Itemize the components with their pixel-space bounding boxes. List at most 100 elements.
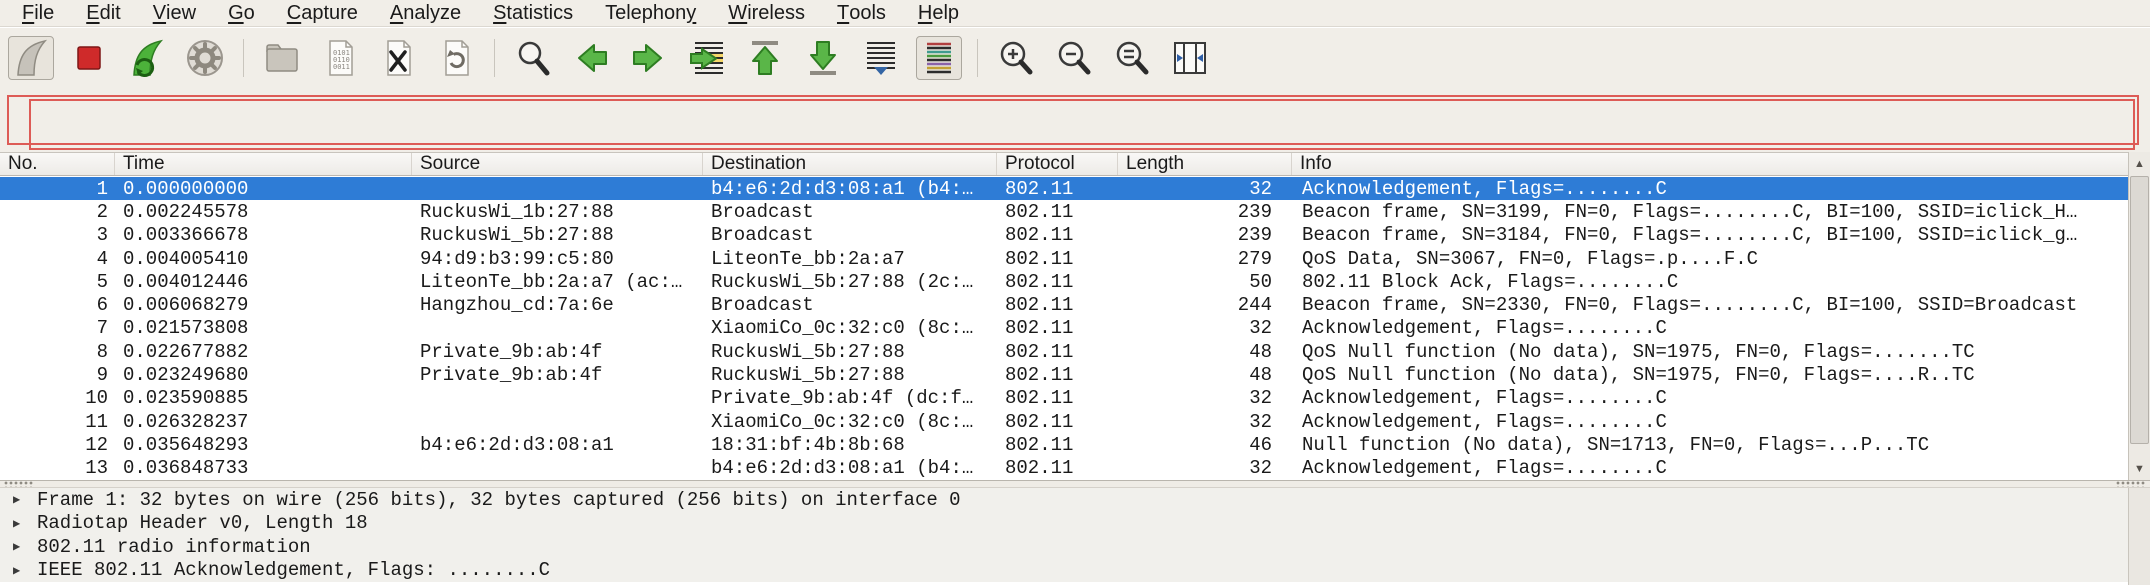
detail-row[interactable]: ▶Frame 1: 32 bytes on wire (256 bits), 3… xyxy=(0,488,2128,512)
capture-options-button[interactable] xyxy=(182,36,228,80)
go-to-packet-button[interactable] xyxy=(684,36,730,80)
cell-time: 0.022677882 xyxy=(115,341,412,363)
menu-analyze[interactable]: Analyze xyxy=(374,0,477,26)
cell-info: Acknowledgement, Flags=........C xyxy=(1292,457,2128,479)
pane-splitter[interactable] xyxy=(0,480,2150,488)
packet-row-6[interactable]: 60.006068279Hangzhou_cd:7a:6eBroadcast80… xyxy=(0,293,2128,316)
toolbar-separator xyxy=(243,39,244,77)
packet-row-9[interactable]: 90.023249680Private_9b:ab:4fRuckusWi_5b:… xyxy=(0,363,2128,386)
column-header-no[interactable]: No. xyxy=(0,153,115,175)
packet-row-13[interactable]: 130.036848733b4:e6:2d:d3:08:a1 (b4:…802.… xyxy=(0,457,2128,480)
cell-time: 0.036848733 xyxy=(115,457,412,479)
packet-row-7[interactable]: 70.021573808XiaomiCo_0c:32:c0 (8c:…802.1… xyxy=(0,317,2128,340)
scrollbar-thumb[interactable] xyxy=(2130,176,2149,444)
colorize-icon xyxy=(919,38,959,78)
cell-proto: 802.11 xyxy=(997,224,1118,246)
cell-time: 0.002245578 xyxy=(115,201,412,223)
expand-icon[interactable]: ▶ xyxy=(0,492,37,507)
packet-row-3[interactable]: 30.003366678RuckusWi_5b:27:88Broadcast80… xyxy=(0,224,2128,247)
cell-time: 0.023249680 xyxy=(115,364,412,386)
column-header-protocol[interactable]: Protocol xyxy=(997,153,1118,175)
detail-text: IEEE 802.11 Acknowledgement, Flags: ....… xyxy=(37,559,550,581)
cell-len: 32 xyxy=(1118,178,1292,200)
zoom-in-button[interactable] xyxy=(993,36,1039,80)
expand-icon[interactable]: ▶ xyxy=(0,563,37,578)
detail-text: Frame 1: 32 bytes on wire (256 bits), 32… xyxy=(37,489,961,511)
packet-row-4[interactable]: 40.00400541094:d9:b3:99:c5:80LiteonTe_bb… xyxy=(0,247,2128,270)
column-header-destination[interactable]: Destination xyxy=(703,153,997,175)
menu-statistics[interactable]: Statistics xyxy=(477,0,589,26)
packet-row-10[interactable]: 100.023590885Private_9b:ab:4f (dc:f…802.… xyxy=(0,387,2128,410)
packet-row-12[interactable]: 120.035648293b4:e6:2d:d3:08:a118:31:bf:4… xyxy=(0,433,2128,456)
menu-help[interactable]: Help xyxy=(902,0,975,26)
close-file-button[interactable] xyxy=(375,36,421,80)
scroll-up-button[interactable]: ▲ xyxy=(2129,152,2150,175)
packet-row-11[interactable]: 110.026328237XiaomiCo_0c:32:c0 (8c:…802.… xyxy=(0,410,2128,433)
toolbar-separator xyxy=(977,39,978,77)
packet-list-header: No.TimeSourceDestinationProtocolLengthIn… xyxy=(0,152,2128,176)
open-file-button[interactable] xyxy=(259,36,305,80)
cell-proto: 802.11 xyxy=(997,341,1118,363)
menu-go[interactable]: Go xyxy=(212,0,271,26)
menu-file[interactable]: File xyxy=(6,0,70,26)
resize-columns-button[interactable] xyxy=(1167,36,1213,80)
colorize-packets-button[interactable] xyxy=(916,36,962,80)
column-header-time[interactable]: Time xyxy=(115,153,412,175)
packet-row-8[interactable]: 80.022677882Private_9b:ab:4fRuckusWi_5b:… xyxy=(0,340,2128,363)
expand-icon[interactable]: ▶ xyxy=(0,539,37,554)
cell-len: 32 xyxy=(1118,411,1292,433)
packet-details-pane: ▶Frame 1: 32 bytes on wire (256 bits), 3… xyxy=(0,488,2128,585)
go-back-button[interactable] xyxy=(568,36,614,80)
reload-document-icon xyxy=(436,38,476,78)
zoom-out-button[interactable] xyxy=(1051,36,1097,80)
packet-row-2[interactable]: 20.002245578RuckusWi_1b:27:88Broadcast80… xyxy=(0,200,2128,223)
restart-capture-button[interactable] xyxy=(124,36,170,80)
packet-list-scrollbar[interactable]: ▲ ▼ xyxy=(2128,152,2150,480)
menu-telephony[interactable]: Telephony xyxy=(589,0,712,26)
cell-time: 0.026328237 xyxy=(115,411,412,433)
auto-scroll-button[interactable] xyxy=(858,36,904,80)
first-packet-button[interactable] xyxy=(742,36,788,80)
cell-no: 11 xyxy=(0,411,115,433)
stop-capture-button[interactable] xyxy=(66,36,112,80)
reload-file-button[interactable] xyxy=(433,36,479,80)
menu-wireless[interactable]: Wireless xyxy=(712,0,821,26)
start-capture-button[interactable] xyxy=(8,36,54,80)
go-forward-button[interactable] xyxy=(626,36,672,80)
find-packet-button[interactable] xyxy=(510,36,556,80)
packet-row-5[interactable]: 50.004012446LiteonTe_bb:2a:a7 (ac:…Rucku… xyxy=(0,270,2128,293)
details-scrollbar[interactable] xyxy=(2128,488,2150,585)
cell-no: 12 xyxy=(0,434,115,456)
binary-document-icon: 010101100011 xyxy=(320,38,360,78)
detail-row[interactable]: ▶802.11 radio information xyxy=(0,535,2128,559)
cell-len: 46 xyxy=(1118,434,1292,456)
menu-view[interactable]: View xyxy=(137,0,212,26)
folder-icon xyxy=(262,38,302,78)
last-packet-button[interactable] xyxy=(800,36,846,80)
resize-columns-icon xyxy=(1170,38,1210,78)
zoom-in-icon xyxy=(996,38,1036,78)
column-header-source[interactable]: Source xyxy=(412,153,703,175)
arrow-left-icon xyxy=(571,38,611,78)
cell-dst: RuckusWi_5b:27:88 (2c:… xyxy=(703,271,997,293)
save-file-button[interactable]: 010101100011 xyxy=(317,36,363,80)
cell-info: Beacon frame, SN=3199, FN=0, Flags=.....… xyxy=(1292,201,2128,223)
scroll-down-button[interactable]: ▼ xyxy=(2129,457,2150,480)
cell-len: 50 xyxy=(1118,271,1292,293)
column-header-length[interactable]: Length xyxy=(1118,153,1292,175)
cell-src: Private_9b:ab:4f xyxy=(412,364,703,386)
menu-capture[interactable]: Capture xyxy=(271,0,374,26)
cell-dst: Broadcast xyxy=(703,201,997,223)
cell-proto: 802.11 xyxy=(997,411,1118,433)
menu-edit[interactable]: Edit xyxy=(70,0,136,26)
expand-icon[interactable]: ▶ xyxy=(0,516,37,531)
column-header-info[interactable]: Info xyxy=(1292,153,2128,175)
detail-row[interactable]: ▶IEEE 802.11 Acknowledgement, Flags: ...… xyxy=(0,559,2128,583)
zoom-original-button[interactable] xyxy=(1109,36,1155,80)
detail-row[interactable]: ▶Radiotap Header v0, Length 18 xyxy=(0,512,2128,536)
main-toolbar: 010101100011 xyxy=(0,28,2150,88)
cell-time: 0.006068279 xyxy=(115,294,412,316)
menu-tools[interactable]: Tools xyxy=(821,0,902,26)
packet-row-1[interactable]: 10.000000000b4:e6:2d:d3:08:a1 (b4:…802.1… xyxy=(0,177,2128,200)
cell-no: 3 xyxy=(0,224,115,246)
